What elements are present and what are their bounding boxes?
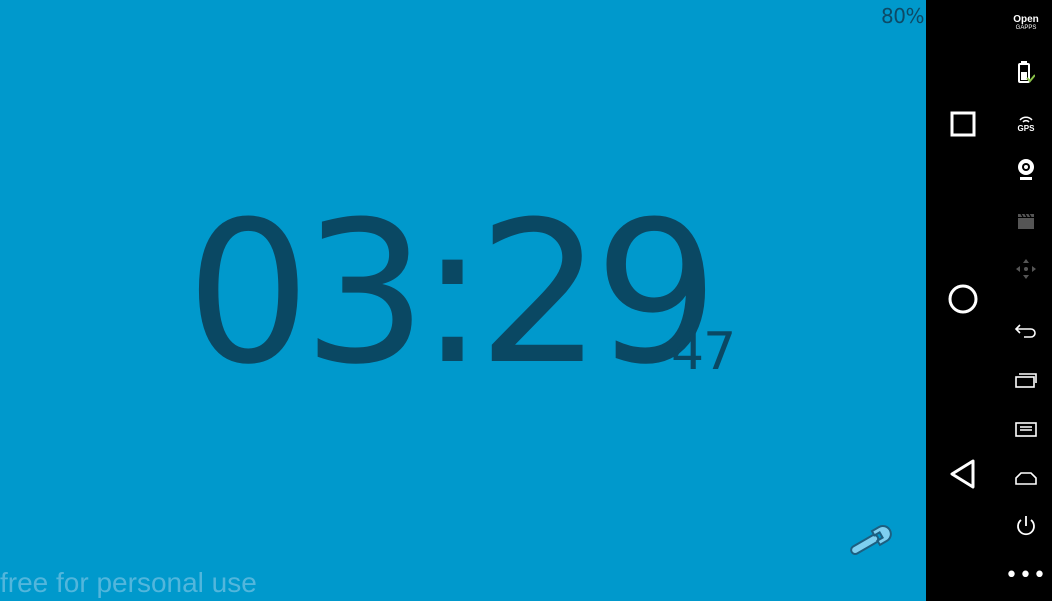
wrench-icon[interactable] — [845, 524, 893, 560]
webcam-button[interactable] — [1008, 155, 1044, 185]
open-gapps-button[interactable]: Open GAPPS — [1008, 8, 1044, 38]
more-button[interactable]: ••• — [1005, 561, 1047, 591]
webcam-icon — [1018, 159, 1034, 180]
recent-apps-icon — [1015, 373, 1037, 388]
android-nav-bar — [926, 0, 1000, 601]
toolbar-home-button[interactable] — [1008, 463, 1044, 493]
recents-button[interactable] — [945, 106, 981, 142]
toolbar-menu-button[interactable] — [1008, 414, 1044, 444]
gps-button[interactable]: GPS — [1008, 108, 1044, 138]
clock-time: 03:29 — [186, 180, 719, 408]
gapps-icon: Open GAPPS — [1013, 14, 1039, 32]
home-icon — [1015, 472, 1037, 485]
toolbar-back-button[interactable] — [1008, 315, 1044, 345]
menu-icon — [1015, 422, 1037, 437]
more-dots-icon: ••• — [1005, 563, 1047, 588]
watermark-text: free for personal use — [0, 567, 257, 598]
back-button[interactable] — [945, 456, 981, 492]
clock-seconds: 47 — [671, 322, 736, 382]
emulator-toolbar: Open GAPPS GPS ••• — [1000, 0, 1052, 601]
battery-percentage: 80% — [881, 4, 924, 28]
battery-icon — [1018, 61, 1035, 83]
dpad-button[interactable] — [1008, 254, 1044, 284]
triangle-back-icon — [950, 459, 975, 489]
media-icon — [1018, 213, 1034, 229]
circle-icon — [948, 284, 978, 314]
battery-button[interactable] — [1008, 57, 1044, 87]
dpad-icon — [1016, 259, 1036, 279]
power-button[interactable] — [1008, 511, 1044, 541]
media-button[interactable] — [1008, 206, 1044, 236]
square-icon — [950, 111, 976, 137]
toolbar-recent-apps-button[interactable] — [1008, 365, 1044, 395]
back-icon — [1014, 324, 1036, 338]
power-icon — [1017, 516, 1035, 536]
home-button[interactable] — [945, 281, 981, 317]
clock-screen: 80% 03:29 47 free for personal use — [0, 0, 926, 601]
gps-icon: GPS — [1018, 114, 1034, 133]
